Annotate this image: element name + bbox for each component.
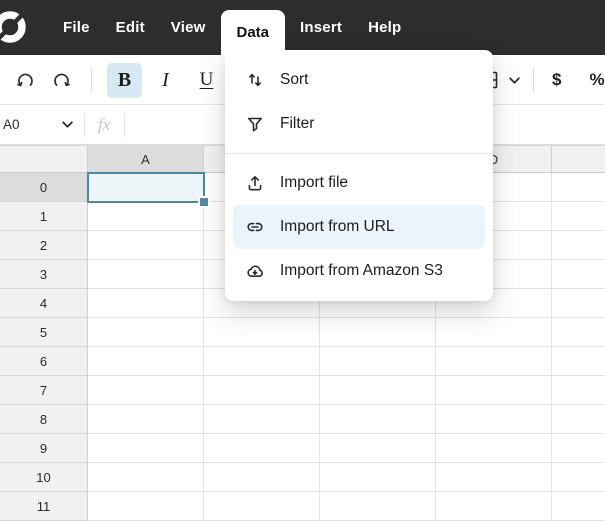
- row-header-11[interactable]: 11: [0, 492, 88, 521]
- menu-item-insert[interactable]: Insert: [287, 0, 355, 55]
- row-header-7[interactable]: 7: [0, 376, 88, 405]
- menu-item-import-file[interactable]: Import file: [233, 161, 485, 205]
- menu-item-import-url[interactable]: Import from URL: [233, 205, 485, 249]
- toolbar-divider: [91, 68, 92, 92]
- menu-item-sort[interactable]: Sort: [233, 58, 485, 102]
- menu-item-file[interactable]: File: [50, 0, 103, 55]
- data-menu-dropdown: Sort Filter Import file Import from URL: [225, 50, 493, 301]
- menu-bar: File Edit View Data Insert Help: [0, 0, 605, 55]
- menu-item-label: Filter: [280, 115, 314, 133]
- underline-button[interactable]: U: [189, 63, 224, 98]
- menu-separator: [225, 153, 493, 154]
- chevron-down-icon: [509, 77, 520, 84]
- undo-icon: [15, 70, 36, 91]
- menu-item-import-s3[interactable]: Import from Amazon S3: [233, 249, 485, 293]
- menu-item-label: Import from URL: [280, 218, 395, 236]
- menu-item-edit[interactable]: Edit: [103, 0, 158, 55]
- row-header-4[interactable]: 4: [0, 289, 88, 318]
- select-all-corner[interactable]: [0, 146, 88, 173]
- column-header-e[interactable]: E: [552, 146, 605, 173]
- borders-dropdown-button[interactable]: [504, 65, 524, 95]
- menu-item-help[interactable]: Help: [355, 0, 414, 55]
- app-logo-icon[interactable]: [0, 8, 29, 46]
- upload-icon: [245, 173, 265, 193]
- cell-reference-label: A0: [3, 117, 20, 132]
- row-header-2[interactable]: 2: [0, 231, 88, 260]
- row-header-10[interactable]: 10: [0, 463, 88, 492]
- link-icon: [245, 217, 265, 237]
- undo-button[interactable]: [10, 65, 40, 95]
- cloud-download-icon: [245, 261, 265, 281]
- redo-button[interactable]: [46, 65, 76, 95]
- funnel-icon: [245, 114, 265, 134]
- row-header-8[interactable]: 8: [0, 405, 88, 434]
- italic-button[interactable]: I: [148, 63, 183, 98]
- menu-item-view[interactable]: View: [158, 0, 219, 55]
- menu-item-label: Import file: [280, 174, 348, 192]
- menu-item-data-active[interactable]: Data: [221, 10, 286, 55]
- menu-item-label: Import from Amazon S3: [280, 262, 443, 280]
- menu-item-filter[interactable]: Filter: [233, 102, 485, 146]
- row-header-column: 0 1 2 3 4 5 6 7 8 9 10 11: [0, 173, 88, 521]
- menu-item-label: Sort: [280, 71, 308, 89]
- selected-cell-outline: [87, 172, 205, 203]
- column-header-a[interactable]: A: [88, 146, 204, 173]
- cell-reference-box[interactable]: A0: [0, 117, 84, 132]
- row-header-5[interactable]: 5: [0, 318, 88, 347]
- fx-icon: fx: [98, 115, 110, 135]
- row-header-3[interactable]: 3: [0, 260, 88, 289]
- redo-icon: [51, 70, 72, 91]
- bold-button[interactable]: B: [107, 63, 142, 98]
- row-header-6[interactable]: 6: [0, 347, 88, 376]
- chevron-down-icon: [62, 121, 73, 128]
- arrow-up-down-icon: [245, 70, 265, 90]
- row-header-0[interactable]: 0: [0, 173, 88, 202]
- formula-bar-divider: [84, 113, 85, 137]
- fill-handle[interactable]: [198, 196, 210, 208]
- row-header-1[interactable]: 1: [0, 202, 88, 231]
- row-header-9[interactable]: 9: [0, 434, 88, 463]
- toolbar-divider: [533, 68, 534, 92]
- format-percent-button[interactable]: %: [580, 64, 605, 96]
- format-currency-button[interactable]: $: [543, 64, 570, 96]
